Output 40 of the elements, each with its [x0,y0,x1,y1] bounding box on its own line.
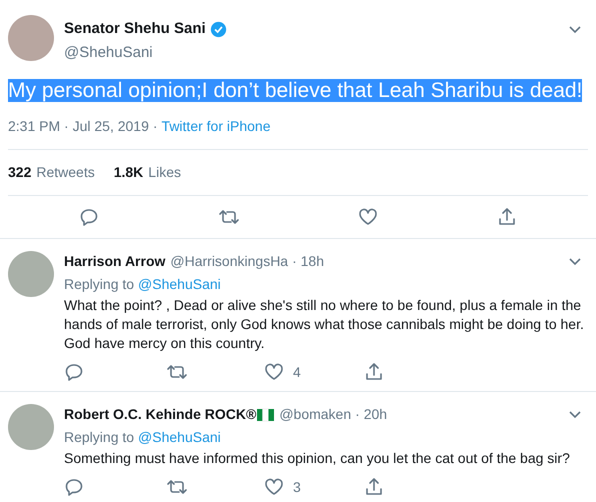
reply-text: What the point? , Dead or alive she's still no where to be found, plus a female in the hands of male terrorist, only God knows what those cannibals might be doing to her. God have mercy on this country. [64,296,585,353]
share-icon[interactable] [364,477,384,497]
reply-handle[interactable]: @bomaken [279,404,352,425]
source-link[interactable]: Twitter for iPhone [162,116,270,137]
reply-icon[interactable] [79,207,100,227]
avatar[interactable] [8,15,54,61]
mention-link[interactable]: @ShehuSani [138,274,221,295]
stat-label[interactable]: Likes [148,162,181,183]
author-handle[interactable]: @ShehuSani [64,42,568,64]
share-icon[interactable] [496,207,517,227]
stat-count[interactable]: 322 [8,162,32,183]
tweet-text: My personal opinion;I don’t believe that Leah Sharibu is dead! [8,78,584,104]
reply-icon[interactable] [64,477,84,497]
like-count[interactable]: 4 [293,362,301,382]
share-icon[interactable] [364,362,384,382]
chevron-down-icon[interactable] [568,25,582,35]
mention-link[interactable]: @ShehuSani [138,427,221,448]
heart-icon[interactable] [358,207,378,227]
author-name[interactable]: Senator Shehu Sani [64,18,206,40]
reply-text: Something must have informed this opinion, can you let the cat out of the bag sir? [64,449,571,468]
replying-label: Replying to [64,275,134,294]
like-count[interactable]: 3 [293,476,301,498]
reply-icon[interactable] [64,362,84,382]
retweet-icon[interactable] [166,362,188,382]
replying-label: Replying to [64,428,134,447]
heart-icon[interactable] [264,362,284,382]
chevron-down-icon[interactable] [568,410,582,420]
retweet-icon[interactable] [166,477,188,497]
reply-author-name[interactable]: Harrison Arrow [64,251,166,272]
reply-time: · 18h [292,252,324,271]
heart-icon[interactable] [264,477,284,497]
reply-time: · 20h [355,405,388,424]
stat-label[interactable]: Retweets [36,162,95,183]
stat-count[interactable]: 1.8K [114,162,144,183]
reply-author-name[interactable]: Robert O.C. Kehinde ROCK® [64,404,256,425]
retweet-icon[interactable] [218,207,240,227]
chevron-down-icon[interactable] [568,256,582,266]
separator-dot: · [152,117,158,136]
tweet-timestamp: 2:31 PM · Jul 25, 2019 [8,117,149,136]
reply-handle[interactable]: @HarrisonkingsHa [170,251,288,272]
